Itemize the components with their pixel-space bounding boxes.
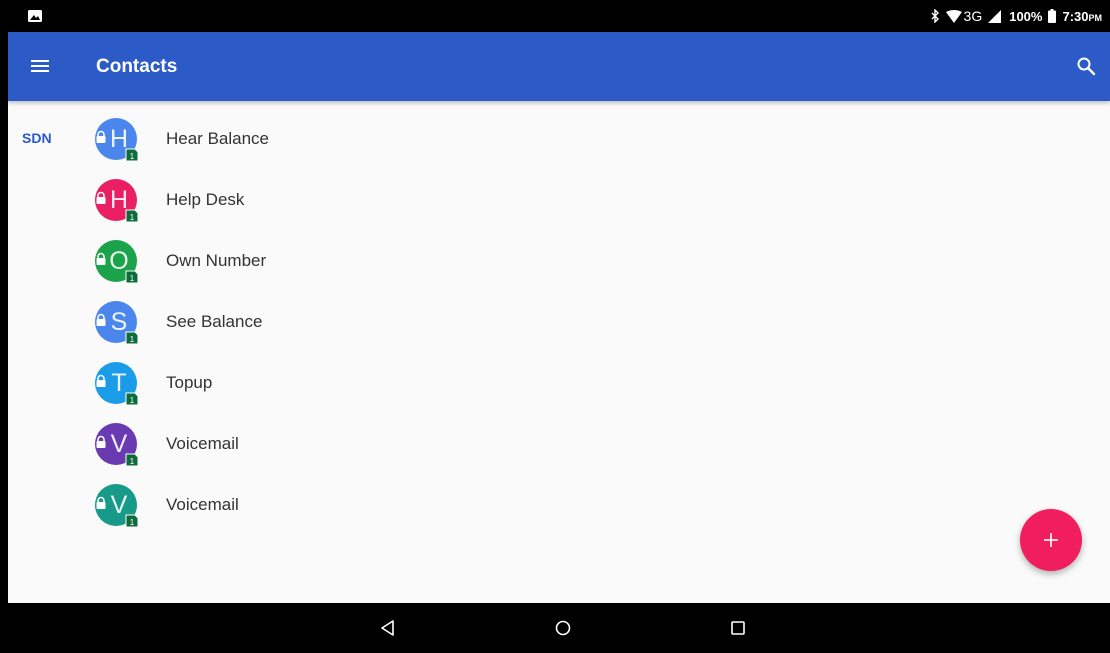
recents-icon[interactable] xyxy=(728,618,748,638)
contact-name: Voicemail xyxy=(166,434,239,453)
app-title: Contacts xyxy=(96,56,178,77)
contact-avatar: V 1 xyxy=(95,423,139,467)
lock-icon xyxy=(96,191,106,204)
lock-icon xyxy=(96,374,106,387)
section-label-sdn: SDN xyxy=(22,130,52,146)
contact-avatar: H 1 xyxy=(95,118,139,162)
back-icon[interactable] xyxy=(378,618,398,638)
contact-avatar: O 1 xyxy=(95,240,139,284)
contact-avatar: H 1 xyxy=(95,179,139,223)
signal-icon xyxy=(988,9,1002,23)
add-contact-fab[interactable] xyxy=(1020,509,1082,571)
contact-name: Topup xyxy=(166,373,213,392)
contact-name: Own Number xyxy=(166,251,267,270)
clock: 7:30PM xyxy=(1062,9,1102,24)
lock-icon xyxy=(96,252,106,265)
navigation-bar xyxy=(0,603,1110,653)
search-icon[interactable] xyxy=(1074,54,1098,78)
contact-avatar: S 1 xyxy=(95,301,139,345)
app-bar: Contacts xyxy=(8,32,1110,101)
lock-icon xyxy=(96,496,106,509)
bluetooth-icon xyxy=(931,9,939,23)
status-icons: 3G 100% 7:30PM xyxy=(931,0,1102,32)
contact-row[interactable]: T 1 Topup xyxy=(88,357,488,418)
contacts-content: SDN H 1 Hear Balance H 1 Help Desk O 1 O… xyxy=(8,101,1110,603)
contact-row[interactable]: V 1 Voicemail xyxy=(88,479,488,540)
svg-text:1: 1 xyxy=(130,213,135,222)
contact-avatar: T 1 xyxy=(95,362,139,406)
contact-avatar: V 1 xyxy=(95,484,139,528)
contact-list: H 1 Hear Balance H 1 Help Desk O 1 Own N… xyxy=(88,113,488,540)
clock-suffix: PM xyxy=(1088,12,1103,23)
svg-text:1: 1 xyxy=(130,335,135,344)
contact-name: Help Desk xyxy=(166,190,245,209)
battery-percent: 100% xyxy=(1009,8,1043,24)
svg-text:1: 1 xyxy=(130,518,135,527)
contact-name: Voicemail xyxy=(166,495,239,514)
svg-text:1: 1 xyxy=(130,152,135,161)
contact-name: See Balance xyxy=(166,312,263,331)
android-screen: 3G 100% 7:30PM Contacts SDN H 1 Hear Bal… xyxy=(0,0,1110,653)
lock-icon xyxy=(96,313,106,326)
contact-name: Hear Balance xyxy=(166,129,270,148)
sim-card-icon: 1 xyxy=(125,209,139,223)
hamburger-menu-icon[interactable] xyxy=(28,54,52,78)
contact-row[interactable]: S 1 See Balance xyxy=(88,296,488,357)
contact-row[interactable]: H 1 Help Desk xyxy=(88,174,488,235)
sim-card-icon: 1 xyxy=(125,270,139,284)
lock-icon xyxy=(96,130,106,143)
wifi-icon xyxy=(945,9,962,23)
sim-card-icon: 1 xyxy=(125,514,139,528)
image-notification-icon xyxy=(28,10,42,22)
clock-time: 7:30 xyxy=(1062,8,1089,24)
contact-row[interactable]: V 1 Voicemail xyxy=(88,418,488,479)
contact-row[interactable]: O 1 Own Number xyxy=(88,235,488,296)
sim-card-icon: 1 xyxy=(125,331,139,345)
status-bar: 3G 100% 7:30PM xyxy=(0,0,1110,32)
contact-row[interactable]: H 1 Hear Balance xyxy=(88,113,488,174)
lock-icon xyxy=(96,435,106,448)
svg-text:1: 1 xyxy=(130,274,135,283)
sim-card-icon: 1 xyxy=(125,392,139,406)
network-type: 3G xyxy=(963,8,983,24)
sim-card-icon: 1 xyxy=(125,148,139,162)
svg-text:1: 1 xyxy=(130,457,135,466)
home-icon[interactable] xyxy=(553,618,573,638)
plus-icon xyxy=(1044,533,1058,547)
svg-text:1: 1 xyxy=(130,396,135,405)
battery-icon xyxy=(1048,9,1057,23)
sim-card-icon: 1 xyxy=(125,453,139,467)
